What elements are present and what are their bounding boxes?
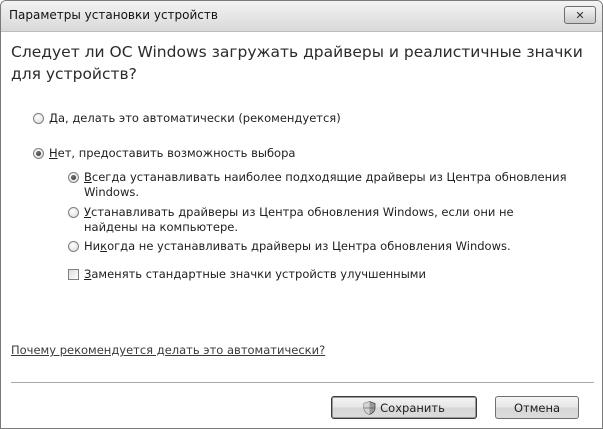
footer-divider [11,382,594,383]
checkbox-label-replace-icons: Заменять стандартные значки устройств ул… [84,267,426,281]
radio-option-if-missing[interactable]: Устанавливать драйверы из Центра обновле… [68,205,558,235]
radio-option-manual[interactable]: Нет, предоставить возможность выбора [33,146,295,161]
radio-option-never[interactable]: Никогда не устанавливать драйверы из Цен… [68,239,511,254]
save-button[interactable]: Сохранить [331,396,477,419]
cancel-button[interactable]: Отмена [495,396,579,419]
radio-label-auto: Да, делать это автоматически (рекомендуе… [49,111,341,125]
radio-label-never: Никогда не устанавливать драйверы из Цен… [84,239,511,253]
radio-button-manual[interactable] [33,148,44,159]
radio-option-auto[interactable]: Да, делать это автоматически (рекомендуе… [33,111,341,126]
radio-option-always[interactable]: Всегда устанавливать наиболее подходящие… [68,170,588,200]
help-link[interactable]: Почему рекомендуется делать это автомати… [11,343,325,357]
close-icon: ✕ [575,8,585,22]
radio-label-always: Всегда устанавливать наиболее подходящие… [84,170,567,199]
save-button-label: Сохранить [380,400,445,415]
question-heading: Следует ли ОС Windows загружать драйверы… [11,43,583,83]
checkbox-option-replace-icons[interactable]: Заменять стандартные значки устройств ул… [68,267,426,282]
checkbox-replace-icons[interactable] [68,269,79,280]
title-bar[interactable]: Параметры установки устройств ✕ [1,1,602,32]
close-button[interactable]: ✕ [564,6,596,24]
window-title: Параметры установки устройств [9,8,218,22]
radio-button-auto[interactable] [33,113,44,124]
radio-button-if-missing[interactable] [68,207,79,218]
cancel-button-label: Отмена [513,400,561,415]
device-installation-settings-dialog: Параметры установки устройств ✕ Следует … [0,0,603,429]
radio-label-if-missing: Устанавливать драйверы из Центра обновле… [84,205,514,234]
radio-label-manual: Нет, предоставить возможность выбора [49,146,296,160]
radio-button-always[interactable] [68,172,79,183]
shield-icon [363,400,376,415]
radio-button-never[interactable] [68,241,79,252]
